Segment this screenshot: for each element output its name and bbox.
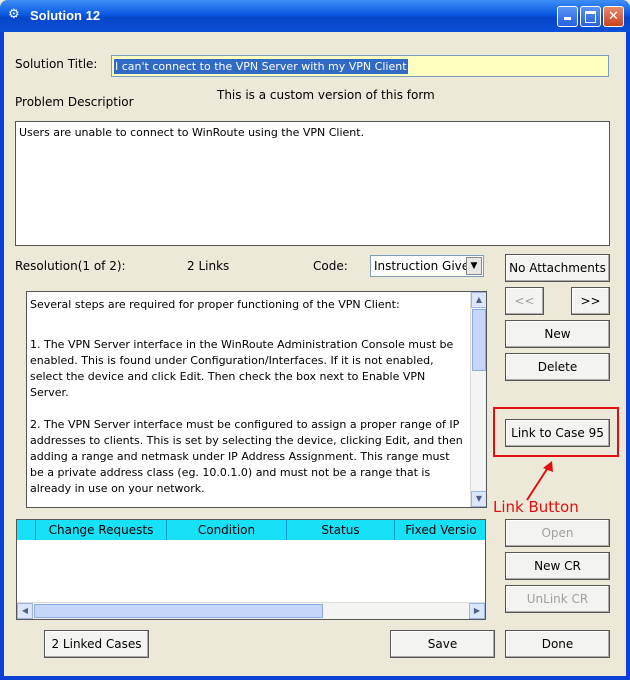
scroll-thumb[interactable] [472,309,486,371]
resolution-paragraph: 2. The VPN Server interface must be conf… [30,418,463,495]
problem-description-textarea[interactable]: Users are unable to connect to WinRoute … [15,121,610,246]
solution-title-label: Solution Title: [15,57,98,71]
maximize-button[interactable] [580,6,601,27]
grid-header-condition[interactable]: Condition [167,520,287,540]
new-button[interactable]: New [505,320,610,348]
chevron-down-icon[interactable]: ▼ [466,257,482,275]
resolution-scrollbar[interactable]: ▲ ▼ [470,292,486,507]
scroll-down-icon[interactable]: ▼ [471,491,486,507]
problem-description-label: Problem Descriptior [15,95,134,109]
code-select[interactable]: Instruction Give ▼ [370,255,484,277]
solution-title-input[interactable]: I can't connect to the VPN Server with m… [111,55,609,77]
maximize-icon [585,11,596,23]
link-button-annotation: Link Button [493,498,579,516]
grid-header-change-requests[interactable]: Change Requests [36,520,167,540]
links-count[interactable]: 2 Links [187,259,229,273]
new-cr-button[interactable]: New CR [505,552,610,580]
minimize-button[interactable] [557,6,578,27]
next-button[interactable]: >> [571,287,610,315]
grid-scroll-thumb[interactable] [34,604,323,618]
grid-hscrollbar[interactable]: ◀ ▶ [17,602,485,619]
resolution-paragraph: 1. The VPN Server interface in the WinRo… [30,338,454,399]
delete-button[interactable]: Delete [505,353,610,381]
code-select-value: Instruction Give [374,259,468,273]
close-icon: ✕ [608,9,619,24]
scroll-left-icon[interactable]: ◀ [17,603,33,619]
grid-header-fixed-version[interactable]: Fixed Versio [395,520,485,540]
scroll-up-icon[interactable]: ▲ [471,292,486,308]
solution-title-value: I can't connect to the VPN Server with m… [114,59,408,74]
resolution-paragraph: Several steps are required for proper fu… [30,298,400,311]
minimize-icon [564,17,571,20]
solution-window: ⚙ Solution 12 ✕ Solution Title: I can't … [0,0,630,680]
title-bar[interactable]: ⚙ Solution 12 ✕ [0,0,630,32]
resolution-label: Resolution(1 of 2): [15,259,126,273]
code-label: Code: [313,259,348,273]
save-button[interactable]: Save [390,630,495,658]
app-icon: ⚙ [8,7,20,22]
no-attachments-button[interactable]: No Attachments [505,254,610,282]
change-requests-grid[interactable]: Change Requests Condition Status Fixed V… [16,519,486,620]
open-button[interactable]: Open [505,519,610,547]
grid-corner [17,520,36,540]
window-title: Solution 12 [30,8,101,23]
custom-form-note: This is a custom version of this form [217,88,435,102]
link-to-case-button[interactable]: Link to Case 95 [505,419,610,447]
done-button[interactable]: Done [505,630,610,658]
resolution-textarea[interactable]: Several steps are required for proper fu… [26,291,487,508]
unlink-cr-button[interactable]: UnLink CR [505,585,610,613]
resolution-text: Several steps are required for proper fu… [30,297,465,507]
linked-cases-button[interactable]: 2 Linked Cases [44,630,149,658]
problem-description-text: Users are unable to connect to WinRoute … [19,126,365,139]
grid-header-status[interactable]: Status [287,520,395,540]
scroll-right-icon[interactable]: ▶ [469,603,485,619]
previous-button[interactable]: << [505,287,544,315]
close-button[interactable]: ✕ [603,6,624,27]
